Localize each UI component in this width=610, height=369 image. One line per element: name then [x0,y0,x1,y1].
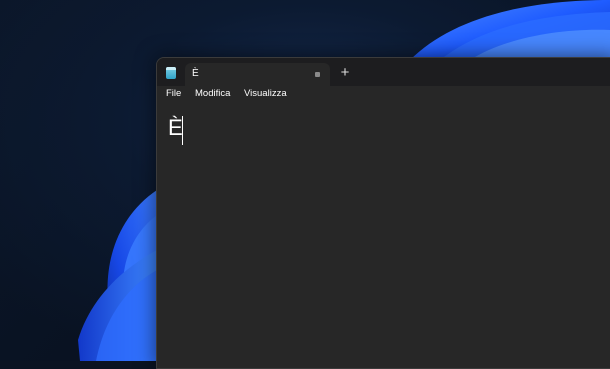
menu-edit[interactable]: Modifica [195,87,230,101]
notepad-window: È + File Modifica Visualizza È [156,57,610,369]
notepad-icon [166,67,176,79]
title-bar[interactable]: È + [157,58,610,86]
new-tab-button[interactable]: + [335,64,355,82]
menu-bar: File Modifica Visualizza [157,86,610,103]
editor-content: È [168,115,183,140]
menu-view[interactable]: Visualizza [244,87,287,101]
tab-document[interactable]: È [185,63,330,86]
tab-close-icon[interactable] [313,70,323,80]
tab-title: È [192,68,199,79]
menu-file[interactable]: File [166,87,181,101]
text-cursor [182,116,183,145]
text-editor[interactable]: È [157,103,610,368]
